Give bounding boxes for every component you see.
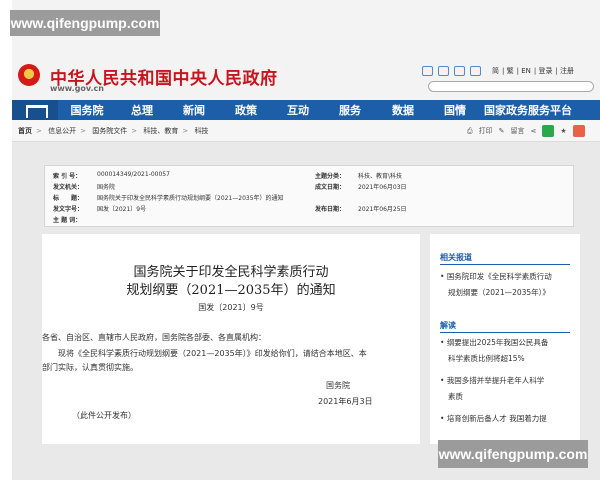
- document-body-line2: 部门实际，认真贯彻实施。: [42, 363, 138, 372]
- meta-date-written-value: 2021年06月03日: [358, 184, 407, 191]
- nav-item-news[interactable]: 新闻: [168, 102, 220, 118]
- share-icon[interactable]: ⋖: [530, 127, 536, 135]
- explain-item-2[interactable]: • 我国多措并举提升老年人科学: [440, 374, 544, 388]
- nav-item-service-platform[interactable]: 国家政务服务平台: [480, 102, 598, 118]
- document-note: （此件公开发布）: [72, 411, 136, 420]
- favorite-icon[interactable]: ★: [560, 127, 566, 135]
- document-metadata: 索 引 号： 000014349/2021-00057 主题分类： 科技、教育\…: [44, 165, 574, 227]
- meta-issuer-label: 发文机关：: [53, 184, 84, 191]
- register-link[interactable]: 注册: [560, 67, 574, 75]
- nav-item-state-council[interactable]: 国务院: [58, 102, 116, 118]
- screenshot-frame: 中华人民共和国中央人民政府 www.gov.cn 简 | 繁 | EN | 登录 | 注…: [12, 0, 600, 480]
- comment-icon[interactable]: ✎: [499, 127, 505, 135]
- meta-docno-label: 发文字号：: [53, 206, 84, 213]
- meta-index-label: 索 引 号：: [53, 173, 82, 180]
- main-nav: 国务院 总理 新闻 政策 互动 服务 数据 国情 国家政务服务平台: [12, 100, 600, 120]
- explain-item-3[interactable]: • 培育创新后备人才 我国着力提: [440, 412, 547, 426]
- meta-date-written-label: 成文日期：: [315, 184, 346, 191]
- explain-item-1-cont[interactable]: 科学素质比例将超15%: [448, 352, 525, 366]
- related-divider: [440, 264, 570, 265]
- lang-traditional[interactable]: 繁: [507, 67, 514, 75]
- related-item-1[interactable]: • 国务院印发《全民科学素质行动: [440, 270, 552, 284]
- print-link[interactable]: 打印: [479, 126, 493, 136]
- document-title: 国务院关于印发全民科学素质行动 规划纲要（2021—2035年）的通知: [42, 264, 420, 300]
- explain-title: 解读: [440, 321, 456, 330]
- weibo-share-icon[interactable]: [572, 125, 585, 137]
- meta-topic-label: 主题分类：: [315, 173, 346, 180]
- login-link[interactable]: 登录: [538, 67, 552, 75]
- sidebar: 相关报道 • 国务院印发《全民科学素质行动 规划纲要（2021—2035年）》 …: [430, 234, 580, 444]
- document-title-line1: 国务院关于印发全民科学素质行动: [133, 265, 329, 280]
- related-item-1-cont[interactable]: 规划纲要（2021—2035年）》: [448, 286, 550, 300]
- document-date: 2021年6月3日: [318, 397, 373, 406]
- breadcrumb-sci-edu[interactable]: 科技、教育: [143, 127, 178, 135]
- mobile-icon[interactable]: [470, 66, 481, 76]
- explain-item-2-cont[interactable]: 素质: [448, 390, 463, 404]
- breadcrumb-home[interactable]: 首页: [18, 127, 32, 135]
- home-icon[interactable]: [12, 100, 58, 120]
- nav-item-policy[interactable]: 政策: [220, 102, 272, 118]
- breadcrumb: 首页 > 信息公开 > 国务院文件 > 科技、教育 > 科技: [18, 127, 209, 135]
- national-emblem-icon: [18, 64, 40, 86]
- document-body: 国务院关于印发全民科学素质行动 规划纲要（2021—2035年）的通知 国发〔2…: [42, 234, 420, 444]
- site-url: www.gov.cn: [50, 84, 104, 93]
- breadcrumb-info[interactable]: 信息公开: [48, 127, 76, 135]
- search-input[interactable]: [428, 81, 594, 92]
- document-recipients: 各省、自治区、直辖市人民政府，国务院各部委、各直属机构：: [42, 333, 266, 342]
- document-sign: 国务院: [326, 381, 350, 390]
- nav-item-service[interactable]: 服务: [324, 102, 376, 118]
- breadcrumb-docs[interactable]: 国务院文件: [92, 127, 127, 135]
- breadcrumb-sci[interactable]: 科技: [194, 127, 208, 135]
- meta-index-value: 000014349/2021-00057: [97, 171, 170, 178]
- weibo-icon[interactable]: [438, 66, 449, 76]
- meta-title-value: 国务院关于印发全民科学素质行动规划纲要（2021—2035年）的通知: [97, 195, 284, 202]
- meta-title-label: 标 题：: [53, 195, 84, 202]
- mail-icon[interactable]: [422, 66, 433, 76]
- meta-topic-value: 科技、教育\科技: [358, 173, 403, 180]
- document-body-line1: 现将《全民科学素质行动规划纲要（2021—2035年）》印发给你们，请结合本地区…: [58, 349, 367, 358]
- explain-divider: [440, 332, 570, 333]
- lang-simplified[interactable]: 简: [492, 67, 499, 75]
- watermark-top: www.qifengpump.com: [10, 10, 160, 36]
- explain-item-1[interactable]: • 纲要提出2025年我国公民具备: [440, 336, 548, 350]
- meta-pub-value: 2021年06月25日: [358, 206, 407, 213]
- meta-keywords-label: 主 题 词：: [53, 217, 82, 224]
- nav-item-national-info[interactable]: 国情: [430, 102, 480, 118]
- meta-pub-label: 发布日期：: [315, 206, 346, 213]
- language-links: 简 | 繁 | EN | 登录 | 注册: [492, 67, 575, 75]
- page-tools: ⎙ 打印 ✎ 留言 ⋖ ★: [467, 125, 585, 137]
- nav-item-premier[interactable]: 总理: [116, 102, 168, 118]
- wechat-share-icon[interactable]: [542, 125, 555, 137]
- meta-docno-value: 国发〔2021〕9号: [97, 206, 147, 213]
- print-icon[interactable]: ⎙: [467, 127, 473, 136]
- related-title: 相关报道: [440, 253, 472, 262]
- nav-item-data[interactable]: 数据: [376, 102, 430, 118]
- document-title-line2: 规划纲要（2021—2035年）的通知: [126, 283, 336, 298]
- watermark-bottom: www.qifengpump.com: [438, 440, 588, 468]
- social-icons: [422, 66, 481, 76]
- breadcrumb-bar: 首页 > 信息公开 > 国务院文件 > 科技、教育 > 科技 ⎙ 打印 ✎ 留言 ⋖ ★: [12, 120, 600, 142]
- nav-item-interaction[interactable]: 互动: [272, 102, 324, 118]
- wechat-icon[interactable]: [454, 66, 465, 76]
- lang-english[interactable]: EN: [521, 67, 531, 75]
- document-number: 国发〔2021〕9号: [198, 303, 264, 312]
- meta-issuer-value: 国务院: [97, 184, 116, 191]
- comment-link[interactable]: 留言: [510, 126, 524, 136]
